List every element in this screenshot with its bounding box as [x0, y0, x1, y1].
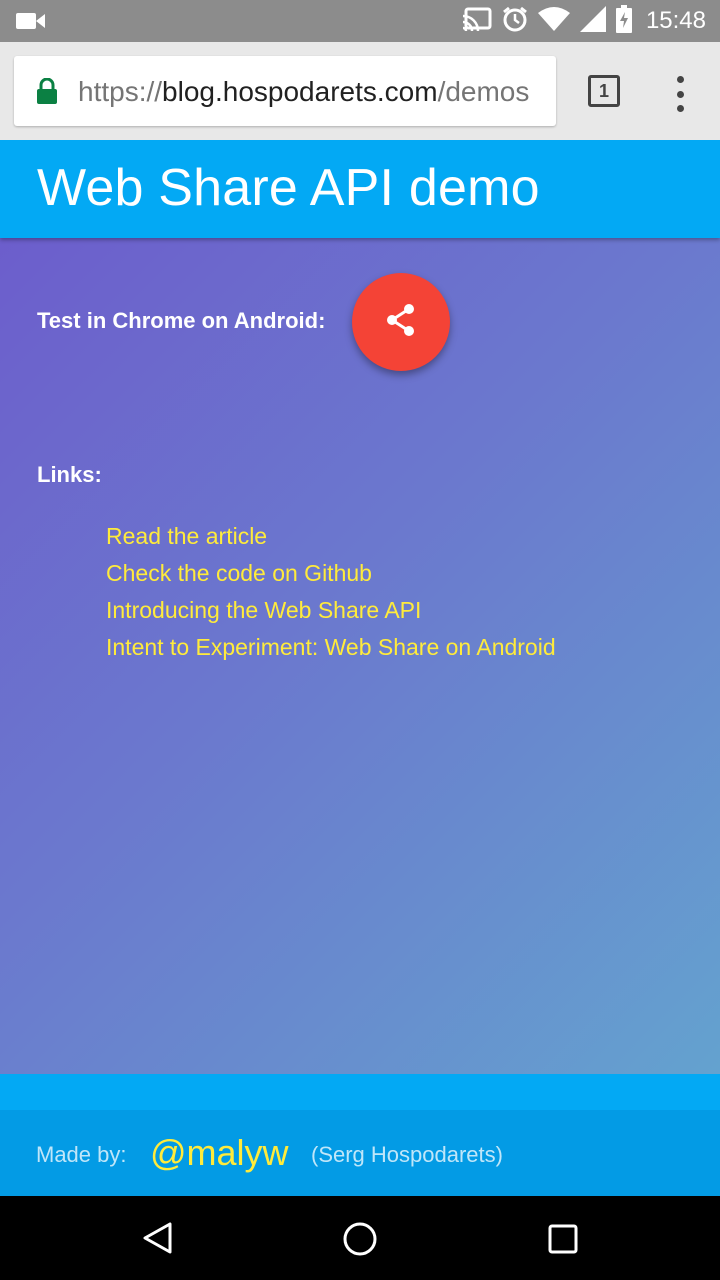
author-full-name: (Serg Hospodarets) — [311, 1142, 503, 1167]
tabs-icon[interactable]: 1 — [588, 75, 620, 107]
url-scheme: https:// — [78, 76, 163, 107]
links-label: Links: — [37, 462, 102, 487]
lock-icon[interactable] — [36, 77, 58, 109]
made-by-label: Made by: — [36, 1142, 127, 1167]
link-github-code[interactable]: Check the code on Github — [106, 559, 556, 596]
tab-count: 1 — [598, 80, 609, 101]
footer-band — [0, 1074, 720, 1110]
test-label: Test in Chrome on Android: — [37, 308, 326, 333]
web-page: Web Share API demo Test in Chrome on And… — [0, 140, 720, 1196]
recent-apps-icon[interactable] — [548, 1224, 578, 1259]
footer: Made by: @malyw (Serg Hospodarets) — [0, 1110, 720, 1196]
browser-toolbar: https://blog.hospodarets.com/demos 1 — [0, 42, 720, 140]
signal-icon — [579, 5, 606, 37]
battery-charging-icon — [615, 4, 632, 38]
menu-dots-icon[interactable] — [668, 76, 692, 112]
cast-icon — [462, 7, 492, 36]
page-header: Web Share API demo — [0, 140, 720, 238]
home-icon[interactable] — [342, 1221, 378, 1262]
url-text[interactable]: https://blog.hospodarets.com/demos — [78, 76, 529, 108]
back-icon[interactable] — [140, 1220, 176, 1261]
share-icon — [383, 302, 419, 343]
link-introducing-web-share[interactable]: Introducing the Web Share API — [106, 596, 556, 633]
status-bar: 15:48 — [0, 0, 720, 42]
url-bar[interactable]: https://blog.hospodarets.com/demos — [14, 56, 556, 126]
links-list: Read the article Check the code on Githu… — [106, 522, 556, 670]
author-handle-link[interactable]: @malyw — [150, 1132, 289, 1174]
url-path: /demos — [437, 76, 530, 107]
video-camera-icon — [16, 10, 46, 37]
page-title: Web Share API demo — [37, 159, 540, 217]
alarm-icon — [502, 6, 528, 37]
link-read-article[interactable]: Read the article — [106, 522, 556, 559]
share-button[interactable] — [352, 273, 450, 371]
navigation-bar — [0, 1196, 720, 1280]
clock-time: 15:48 — [645, 7, 706, 34]
link-intent-to-experiment[interactable]: Intent to Experiment: Web Share on Andro… — [106, 633, 556, 670]
url-host: blog.hospodarets.com — [162, 76, 438, 107]
wifi-icon — [537, 6, 570, 36]
